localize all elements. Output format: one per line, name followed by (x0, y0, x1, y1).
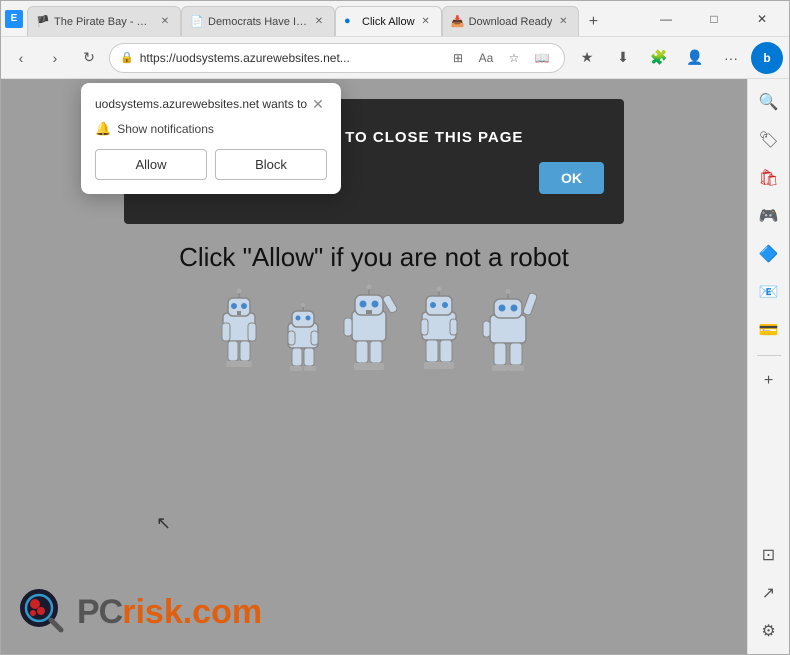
sidebar-games-button[interactable]: 🎮 (752, 199, 786, 233)
address-icons: ⊞ Aa ☆ 📖 (446, 46, 554, 70)
pcrisk-logo-area: PCrisk.com (17, 586, 262, 638)
mouse-cursor: ↖ (156, 513, 171, 534)
sidebar-add-button[interactable]: + (752, 364, 786, 398)
popup-header: uodsystems.azurewebsites.net wants to ✕ (95, 95, 327, 113)
pcrisk-logo-icon (17, 586, 69, 638)
robot-1 (208, 288, 270, 378)
tab-favicon-clickallow: ● (344, 15, 358, 29)
title-bar: E 🏴 The Pirate Bay - Th... ✕ 📄 Democrats… (1, 1, 789, 37)
tab-piratebay[interactable]: 🏴 The Pirate Bay - Th... ✕ (27, 6, 181, 36)
tab-close-piratebay[interactable]: ✕ (158, 15, 172, 29)
address-text: https://uodsystems.azurewebsites.net... (140, 51, 440, 65)
popup-notification-row: 🔔 Show notifications (95, 121, 327, 137)
tab-search-icon[interactable]: ⊞ (446, 46, 470, 70)
sidebar-search-button[interactable]: 🔍 (752, 85, 786, 119)
browser-icon: E (5, 10, 23, 28)
show-notifications-label: Show notifications (117, 122, 214, 136)
tab-close-clickallow[interactable]: ✕ (419, 15, 433, 29)
downloads-icon[interactable]: ⬇ (607, 42, 639, 74)
robot-prompt-text: Click "Allow" if you are not a robot (179, 242, 569, 273)
right-sidebar: 🔍 🏷 🛍 🎮 🔷 📧 💳 + ⊡ ↗ ⚙ (747, 79, 789, 654)
robot-3 (336, 283, 402, 378)
close-button[interactable]: ✕ (739, 3, 785, 35)
popup-site-text: uodsystems.azurewebsites.net wants to (95, 97, 307, 111)
tab-title-piratebay: The Pirate Bay - Th... (54, 16, 154, 28)
tab-close-democrats[interactable]: ✕ (312, 15, 326, 29)
sidebar-favorites-button[interactable]: 🏷 (752, 123, 786, 157)
sidebar-wallet-button[interactable]: 💳 (752, 313, 786, 347)
pcrisk-pc: PC (77, 593, 122, 631)
tab-title-clickallow: Click Allow (362, 16, 415, 28)
notification-popup: uodsystems.azurewebsites.net wants to ✕ … (81, 83, 341, 194)
tab-downloadready[interactable]: 📥 Download Ready ✕ (442, 6, 580, 36)
bing-button[interactable]: b (751, 42, 783, 74)
allow-button[interactable]: Allow (95, 149, 207, 180)
tab-title-downloadready: Download Ready (469, 16, 553, 28)
sidebar-office-button[interactable]: 🔷 (752, 237, 786, 271)
pcrisk-text: PCrisk.com (77, 593, 262, 632)
popup-buttons: Allow Block (95, 149, 327, 180)
address-bar: ‹ › ↻ 🔒 https://uodsystems.azurewebsites… (1, 37, 789, 79)
content-area: CLICK ALLOW TO CLOSE THIS PAGE OK Click … (1, 79, 747, 654)
account-icon[interactable]: 👤 (679, 42, 711, 74)
reading-view-icon[interactable]: 📖 (530, 46, 554, 70)
pcrisk-risk: risk.com (122, 593, 262, 631)
sidebar-external-button[interactable]: ↗ (752, 576, 786, 610)
bell-icon: 🔔 (95, 121, 111, 137)
popup-close-button[interactable]: ✕ (309, 95, 327, 113)
sidebar-outlook-button[interactable]: 📧 (752, 275, 786, 309)
main-area: CLICK ALLOW TO CLOSE THIS PAGE OK Click … (1, 79, 789, 654)
new-tab-button[interactable]: + (579, 8, 607, 36)
sidebar-split-bottom-button[interactable]: ⊡ (752, 538, 786, 572)
forward-button[interactable]: › (41, 44, 69, 72)
window-controls-left: E (5, 10, 23, 28)
robot-5 (476, 288, 541, 378)
favorites-star-icon[interactable]: ☆ (502, 46, 526, 70)
extensions-icon[interactable]: 🧩 (643, 42, 675, 74)
favorites-toolbar-icon[interactable]: ★ (571, 42, 603, 74)
back-button[interactable]: ‹ (7, 44, 35, 72)
refresh-button[interactable]: ↻ (75, 44, 103, 72)
tab-favicon-piratebay: 🏴 (36, 15, 50, 29)
robots-illustration (208, 283, 541, 378)
robot-4 (410, 286, 468, 378)
tab-favicon-downloadready: 📥 (451, 15, 465, 29)
address-bar-input[interactable]: 🔒 https://uodsystems.azurewebsites.net..… (109, 43, 565, 73)
tab-title-democrats: Democrats Have In... (208, 16, 308, 28)
more-options-icon[interactable]: ··· (715, 42, 747, 74)
tab-democrats[interactable]: 📄 Democrats Have In... ✕ (181, 6, 335, 36)
window-controls-right: — □ ✕ (643, 3, 785, 35)
sidebar-settings-button[interactable]: ⚙ (752, 614, 786, 648)
tab-clickallow[interactable]: ● Click Allow ✕ (335, 6, 442, 36)
block-button[interactable]: Block (215, 149, 327, 180)
toolbar-right: ★ ⬇ 🧩 👤 ··· b (571, 42, 783, 74)
robot-2 (278, 303, 328, 378)
tab-favicon-democrats: 📄 (190, 15, 204, 29)
tab-close-downloadready[interactable]: ✕ (556, 15, 570, 29)
ok-button[interactable]: OK (539, 162, 604, 194)
sidebar-shopping-button[interactable]: 🛍 (752, 161, 786, 195)
tabs-bar: 🏴 The Pirate Bay - Th... ✕ 📄 Democrats H… (27, 1, 643, 36)
reader-mode-icon[interactable]: Aa (474, 46, 498, 70)
maximize-button[interactable]: □ (691, 3, 737, 35)
lock-icon: 🔒 (120, 51, 134, 64)
browser-window: E 🏴 The Pirate Bay - Th... ✕ 📄 Democrats… (0, 0, 790, 655)
minimize-button[interactable]: — (643, 3, 689, 35)
sidebar-divider (757, 355, 781, 356)
